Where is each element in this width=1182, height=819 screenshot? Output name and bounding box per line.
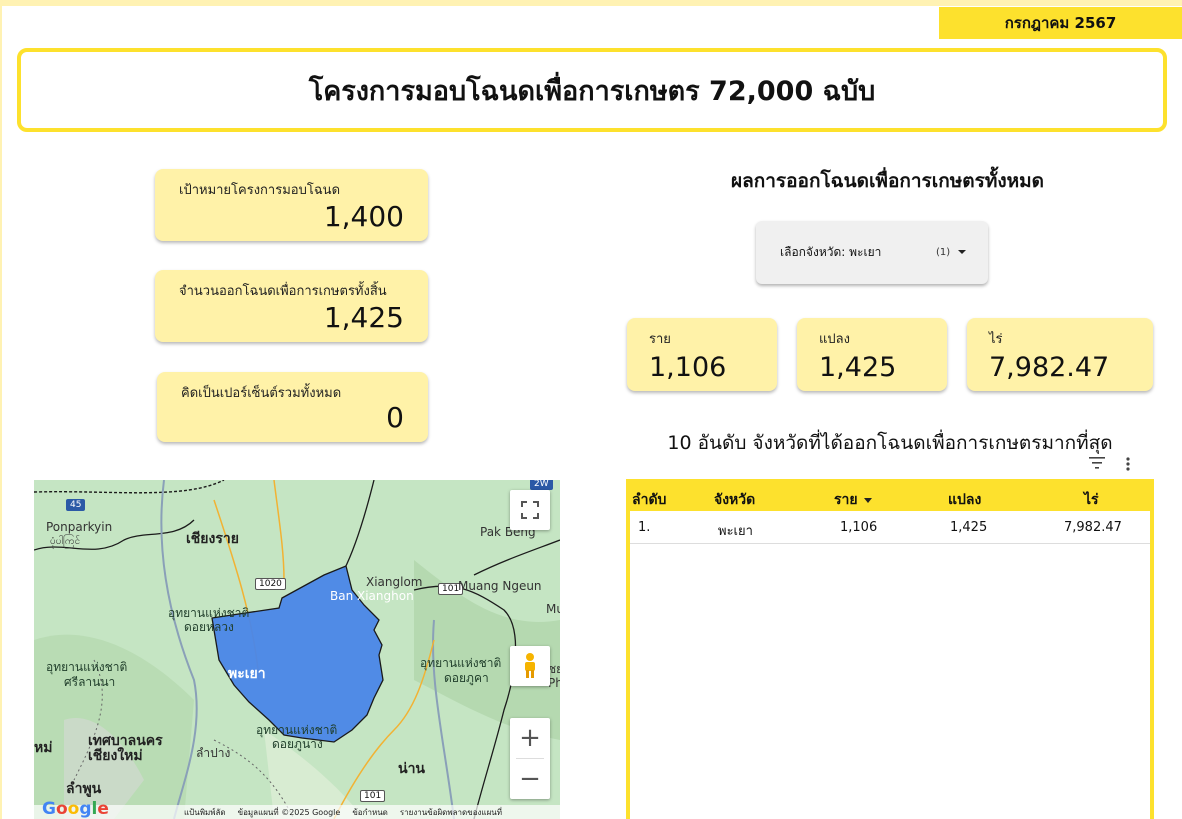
rai-value: 7,982.47: [989, 352, 1110, 383]
kpi-percent-value: 0: [386, 401, 404, 434]
sort-desc-icon: [863, 497, 872, 503]
people-label: ราย: [649, 332, 671, 347]
keyboard-shortcuts-link[interactable]: แป้นพิมพ์ลัด: [184, 806, 226, 819]
road-2w-badge: 2W: [530, 480, 553, 490]
road-1020-badge: 1020: [255, 578, 286, 590]
page-title-box: โครงการมอบโฉนดเพื่อการเกษตร 72,000 ฉบับ: [17, 48, 1167, 132]
map-label-xianglom: Xianglom: [366, 575, 423, 589]
map-label-np-doiphukha-2: ดอยภูคา: [444, 671, 489, 685]
fullscreen-icon: [521, 501, 539, 519]
province-map[interactable]: 45 2W 1020 101 101 Ponparkyin ပုံပါကြင် …: [34, 480, 560, 819]
table-row[interactable]: 1. พะเยา 1,106 1,425 7,982.47: [630, 512, 1150, 544]
map-label-np-doiluang-2: ดอยหลวง: [184, 620, 234, 634]
cell-people: 1,106: [840, 520, 878, 535]
map-data-text: ข้อมูลแผนที่ ©2025 Google: [237, 807, 341, 817]
plots-card: แปลง 1,425: [797, 318, 947, 391]
zoom-in-button[interactable]: +: [510, 718, 550, 758]
rai-label: ไร่: [989, 332, 1003, 347]
col-plots-header[interactable]: แปลง: [948, 489, 981, 511]
map-label-ponparkyin: Ponparkyin: [46, 520, 113, 534]
terms-link[interactable]: ข้อกำหนด: [352, 806, 388, 819]
cell-province: พะเยา: [718, 524, 753, 539]
filter-icon[interactable]: [1088, 455, 1106, 471]
province-filter-count: (1): [936, 247, 951, 258]
map-label-hmai: หม่: [34, 740, 53, 756]
people-card: ราย 1,106: [627, 318, 777, 391]
table-toolbar: [1088, 455, 1138, 473]
road-101-south-badge: 101: [360, 790, 386, 802]
left-border: [0, 0, 2, 819]
col-rai-header[interactable]: ไร่: [1084, 489, 1099, 511]
col-people-label: ราย: [834, 492, 858, 508]
kpi-percent-label: คิดเป็นเปอร์เซ็นต์รวมทั้งหมด: [181, 386, 342, 401]
cell-plots: 1,425: [950, 520, 988, 535]
map-label-muangngeun: Muang Ngeun: [458, 579, 542, 593]
map-label-lampang: ลำปาง: [196, 746, 231, 760]
col-people-header[interactable]: ราย: [834, 489, 872, 511]
map-label-lamphun: ลำพูน: [66, 781, 102, 797]
col-province-header[interactable]: จังหวัด: [714, 489, 755, 511]
map-label-chiangmai-city-2: เชียงใหม่: [88, 748, 143, 764]
road-45-badge: 45: [66, 499, 86, 511]
map-label-ponparkyin-mm: ပုံပါကြင်: [50, 536, 81, 547]
map-label-np-doiphunang-2: ดอยภูนาง: [272, 737, 323, 751]
table-header: ลำดับ จังหวัด ราย แปลง ไร่: [630, 483, 1150, 511]
pegman-icon: [525, 653, 535, 678]
results-title: ผลการออกโฉนดเพื่อการเกษตรทั้งหมด: [730, 170, 1045, 192]
map-label-banxianghon: Ban Xianghon: [330, 589, 414, 603]
kpi-target-label: เป้าหมายโครงการมอบโฉนด: [179, 183, 341, 198]
zoom-out-button[interactable]: −: [510, 759, 550, 799]
province-filter-dropdown[interactable]: เลือกจังหวัด: พะเยา (1): [756, 221, 988, 284]
google-logo: Google: [42, 799, 109, 819]
province-filter-label: เลือกจังหวัด: พะเยา: [780, 245, 882, 259]
people-value: 1,106: [649, 352, 727, 383]
col-rank-header[interactable]: ลำดับ: [632, 489, 666, 511]
map-label-phayao: พะเยา: [228, 666, 266, 682]
kpi-issued-label: จำนวนออกโฉนดเพื่อการเกษตรทั้งสิ้น: [179, 284, 387, 299]
report-date: กรกฎาคม 2567: [1004, 14, 1117, 32]
map-label-mu: Mu: [546, 602, 560, 616]
cell-rai: 7,982.47: [1064, 520, 1122, 535]
street-view-button[interactable]: [510, 646, 550, 686]
kpi-percent-card: คิดเป็นเปอร์เซ็นต์รวมทั้งหมด 0: [157, 372, 428, 442]
map-attribution: แป้นพิมพ์ลัด ข้อมูลแผนที่ ©2025 Google ข…: [34, 805, 560, 819]
plots-value: 1,425: [819, 352, 897, 383]
kpi-issued-value: 1,425: [323, 301, 404, 334]
kpi-target-card: เป้าหมายโครงการมอบโฉนด 1,400: [155, 169, 428, 241]
more-vert-icon[interactable]: [1124, 455, 1132, 473]
map-label-chiangrai: เชียงราย: [186, 531, 239, 547]
fullscreen-button[interactable]: [510, 490, 550, 530]
kpi-issued-card: จำนวนออกโฉนดเพื่อการเกษตรทั้งสิ้น 1,425: [155, 270, 428, 342]
map-label-np-srilanna-2: ศรีลานนา: [64, 675, 116, 689]
map-label-nan: น่าน: [398, 761, 426, 777]
ranking-table: ลำดับ จังหวัด ราย แปลง ไร่ 1. พะเยา 1,10…: [626, 479, 1154, 819]
zoom-controls: + −: [510, 718, 550, 799]
kpi-target-value: 1,400: [323, 200, 404, 233]
cell-rank: 1.: [638, 520, 651, 535]
chevron-down-icon: [958, 250, 966, 254]
rai-card: ไร่ 7,982.47: [967, 318, 1153, 391]
report-error-link[interactable]: รายงานข้อผิดพลาดของแผนที่: [400, 806, 502, 819]
page-title: โครงการมอบโฉนดเพื่อการเกษตร 72,000 ฉบับ: [308, 75, 876, 107]
ranking-title: 10 อันดับ จังหวัดที่ได้ออกโฉนดเพื่อการเก…: [667, 432, 1113, 454]
plots-label: แปลง: [819, 332, 850, 347]
report-date-badge: กรกฎาคม 2567: [939, 7, 1182, 39]
top-strip: [0, 0, 1182, 6]
